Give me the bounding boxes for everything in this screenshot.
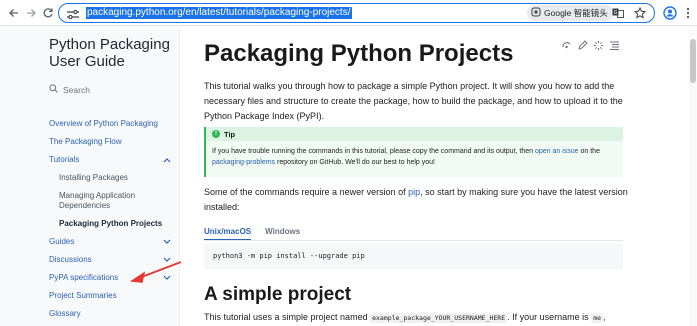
sidebar-item-managing-dependencies[interactable]: Managing Application Dependencies: [59, 191, 159, 211]
menu-icon[interactable]: [679, 4, 697, 22]
chevron-up-icon[interactable]: [162, 156, 172, 164]
page-title: Packaging Python Projects: [204, 40, 514, 67]
tip-text: repository on GitHub. We'll do our best …: [275, 159, 436, 166]
site-info-icon[interactable]: [66, 7, 80, 20]
tip-text: on the: [578, 148, 600, 155]
section-text: . If your username is: [507, 312, 592, 322]
url-text[interactable]: packaging.python.org/en/latest/tutorials…: [86, 7, 352, 19]
tab-divider: [204, 240, 623, 241]
search-icon: [49, 84, 58, 95]
section-text: This tutorial uses a simple project name…: [204, 312, 371, 322]
reload-icon[interactable]: [39, 4, 57, 22]
sidebar-item-overview[interactable]: Overview of Python Packaging: [49, 119, 158, 128]
theme-icon[interactable]: [561, 40, 572, 54]
tab-unix-macos[interactable]: Unix/macOS: [204, 227, 252, 241]
browser-toolbar: packaging.python.org/en/latest/tutorials…: [0, 0, 697, 26]
inline-code: me: [591, 313, 604, 323]
page-actions: [561, 40, 620, 54]
os-tabs: Unix/macOS Windows: [204, 227, 300, 241]
section-paragraph: This tutorial uses a simple project name…: [204, 310, 632, 326]
sidebar: Python Packaging User Guide Search Overv…: [0, 27, 180, 326]
scrollbar-thumb[interactable]: [690, 39, 696, 83]
site-title[interactable]: Python Packaging User Guide: [49, 36, 174, 70]
chevron-down-icon[interactable]: [162, 256, 172, 264]
scrollbar[interactable]: [689, 27, 697, 326]
tip-body: If you have trouble running the commands…: [212, 146, 620, 168]
bookmark-star-icon[interactable]: [633, 6, 647, 20]
packaging-problems-link[interactable]: packaging-problems: [212, 159, 275, 166]
intro-paragraph: This tutorial walks you through how to p…: [204, 81, 623, 121]
translate-icon[interactable]: G: [611, 6, 625, 20]
sidebar-item-pypa-specifications[interactable]: PyPA specifications: [49, 273, 118, 282]
section-heading: A simple project: [204, 284, 352, 305]
pip-link[interactable]: pip: [408, 187, 420, 197]
edit-icon[interactable]: [577, 40, 588, 54]
chevron-down-icon[interactable]: [162, 238, 172, 246]
lens-chip-label: Google 智能镜头: [544, 8, 608, 18]
pip-text: Some of the commands require a newer ver…: [204, 187, 409, 197]
back-icon[interactable]: [5, 4, 23, 22]
inline-code: example_package_YOUR_USERNAME_HERE: [370, 313, 508, 323]
section-text: ,: [603, 312, 606, 322]
sidebar-item-installing-packages[interactable]: Installing Packages: [59, 173, 128, 182]
tip-text: If you have trouble running the commands…: [212, 148, 535, 155]
tip-header: ! Tip: [206, 127, 623, 141]
view-source-icon[interactable]: [593, 40, 604, 54]
google-lens-chip[interactable]: Google 智能镜头: [527, 5, 614, 21]
tip-icon: !: [212, 130, 220, 138]
sidebar-item-tutorials[interactable]: Tutorials: [49, 155, 79, 164]
search-label: Search: [63, 84, 90, 95]
tab-windows[interactable]: Windows: [265, 227, 300, 241]
main-content: Packaging Python Projects This tutorial …: [181, 27, 697, 326]
forward-icon[interactable]: [22, 4, 40, 22]
toc-icon[interactable]: [609, 40, 620, 54]
tip-label: Tip: [224, 129, 236, 139]
sidebar-item-discussions[interactable]: Discussions: [49, 255, 92, 264]
chevron-down-icon[interactable]: [162, 274, 172, 282]
profile-icon[interactable]: [661, 4, 679, 22]
address-bar[interactable]: packaging.python.org/en/latest/tutorials…: [58, 3, 655, 23]
open-issue-link[interactable]: open an issue: [535, 148, 579, 155]
sidebar-item-packaging-python-projects[interactable]: Packaging Python Projects: [59, 219, 162, 228]
sidebar-item-packaging-flow[interactable]: The Packaging Flow: [49, 137, 121, 146]
sidebar-item-glossary[interactable]: Glossary: [49, 309, 81, 318]
code-block[interactable]: python3 -m pip install --upgrade pip: [204, 244, 623, 269]
pip-paragraph: Some of the commands require a newer ver…: [204, 185, 632, 215]
sidebar-item-guides[interactable]: Guides: [49, 237, 74, 246]
sidebar-item-project-summaries[interactable]: Project Summaries: [49, 291, 117, 300]
search-input[interactable]: Search: [49, 84, 90, 95]
lens-icon: [531, 7, 541, 19]
tip-admonition: ! Tip If you have trouble running the co…: [204, 127, 623, 177]
